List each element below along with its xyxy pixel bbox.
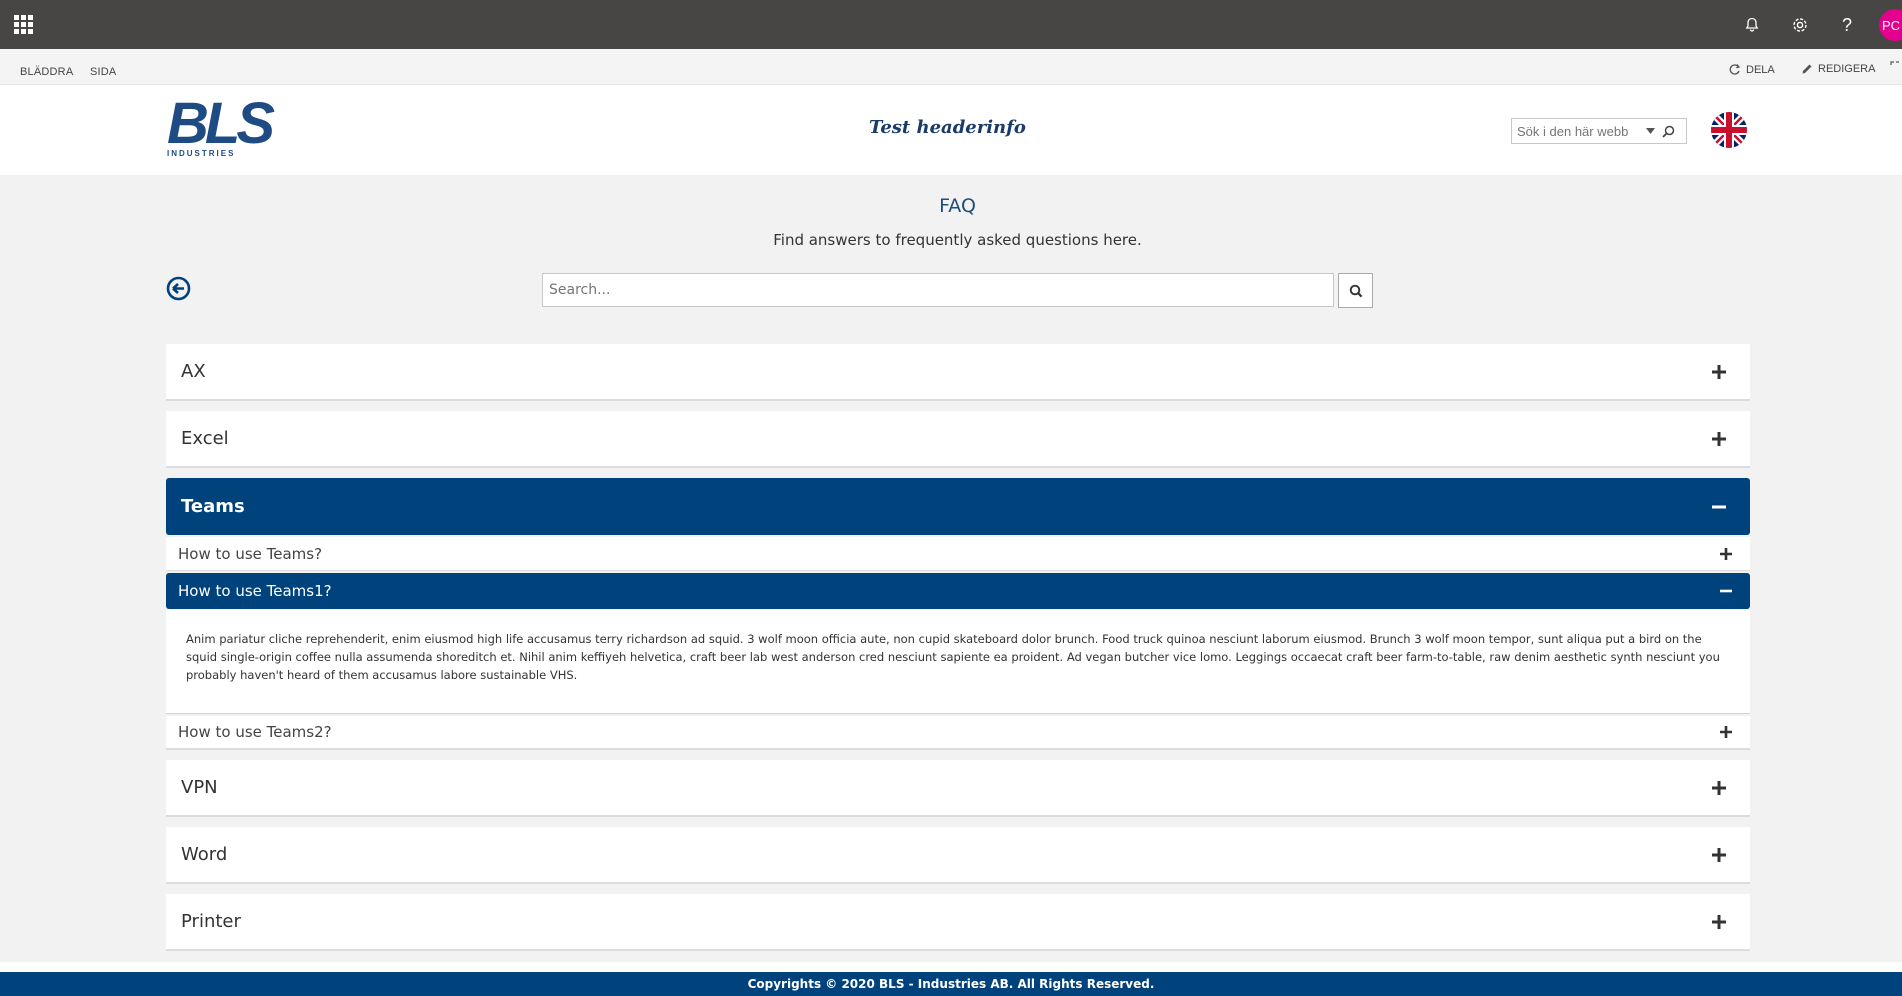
accordion-label: Teams: [181, 496, 245, 517]
suite-bar: ? PC: [0, 0, 1902, 49]
pencil-icon: [1802, 64, 1812, 74]
edit-button[interactable]: REDIGERA: [1801, 63, 1875, 75]
focus-content-icon[interactable]: [1890, 61, 1900, 71]
back-arrow-icon[interactable]: [166, 276, 191, 301]
plus-icon: [1706, 842, 1732, 868]
site-header: BLS INDUSTRIES Test headerinfo: [0, 85, 1902, 175]
uk-flag-language-icon[interactable]: [1711, 112, 1747, 148]
header-info-text: Test headerinfo: [869, 117, 1026, 138]
accordion-excel[interactable]: Excel: [166, 411, 1750, 468]
share-label: DELA: [1746, 63, 1775, 76]
bls-logo[interactable]: BLS INDUSTRIES: [167, 91, 275, 161]
logo-wordmark: BLS: [167, 91, 275, 156]
answer-text: Anim pariatur cliche reprehenderit, enim…: [166, 610, 1750, 714]
accordion-word[interactable]: Word: [166, 827, 1750, 884]
settings-gear-icon[interactable]: [1787, 12, 1813, 38]
question-label: How to use Teams1?: [178, 582, 332, 600]
search-scope-dropdown-icon[interactable]: [1642, 118, 1658, 144]
plus-icon: [1706, 909, 1732, 935]
plus-icon: [1716, 722, 1736, 742]
app-launcher-icon[interactable]: [14, 15, 33, 34]
page-title: FAQ: [939, 195, 976, 217]
accordion-label: AX: [181, 361, 206, 382]
accordion-label: Word: [181, 844, 228, 865]
footer-copyright: Copyrights © 2020 BLS - Industries AB. A…: [0, 972, 1902, 996]
accordion-vpn[interactable]: VPN: [166, 760, 1750, 817]
accordion-label: VPN: [181, 777, 218, 798]
notification-bell-icon[interactable]: [1739, 12, 1765, 38]
faq-search-input[interactable]: [542, 273, 1334, 307]
accordion-teams[interactable]: Teams: [166, 478, 1750, 535]
plus-icon: [1706, 775, 1732, 801]
site-search-input[interactable]: [1512, 123, 1642, 139]
edit-label: REDIGERA: [1818, 63, 1876, 75]
page-subtitle: Find answers to frequently asked questio…: [773, 231, 1142, 249]
accordion-ax[interactable]: AX: [166, 344, 1750, 401]
share-button[interactable]: DELA: [1728, 63, 1775, 76]
ribbon-tab-page[interactable]: SIDA: [90, 66, 116, 78]
question-label: How to use Teams2?: [178, 723, 332, 741]
help-icon[interactable]: ?: [1834, 12, 1860, 38]
question-item[interactable]: How to use Teams2?: [166, 716, 1750, 750]
question-label: How to use Teams?: [178, 544, 323, 563]
site-search-icon[interactable]: [1658, 118, 1678, 144]
ribbon-tab-browse[interactable]: BLÄDDRA: [20, 66, 73, 78]
share-icon: [1729, 64, 1741, 75]
plus-icon: [1706, 426, 1732, 452]
question-item-active[interactable]: How to use Teams1?: [166, 573, 1750, 609]
faq-search-button[interactable]: [1338, 273, 1373, 308]
accordion-label: Excel: [181, 428, 229, 449]
question-item[interactable]: How to use Teams?: [166, 537, 1750, 571]
plus-icon: [1706, 359, 1732, 385]
minus-icon: [1706, 494, 1732, 520]
footer-divider: [0, 962, 1902, 972]
search-icon: [1349, 284, 1362, 297]
avatar[interactable]: PC: [1879, 9, 1902, 41]
site-search-box: [1511, 118, 1687, 144]
accordion-label: Printer: [181, 911, 241, 932]
faq-hero: FAQ Find answers to frequently asked que…: [0, 175, 1902, 327]
minus-icon: [1716, 581, 1736, 601]
accordion-printer[interactable]: Printer: [166, 894, 1750, 951]
ribbon-bar: BLÄDDRA SIDA DELA REDIGERA: [0, 49, 1902, 85]
plus-icon: [1716, 544, 1736, 564]
